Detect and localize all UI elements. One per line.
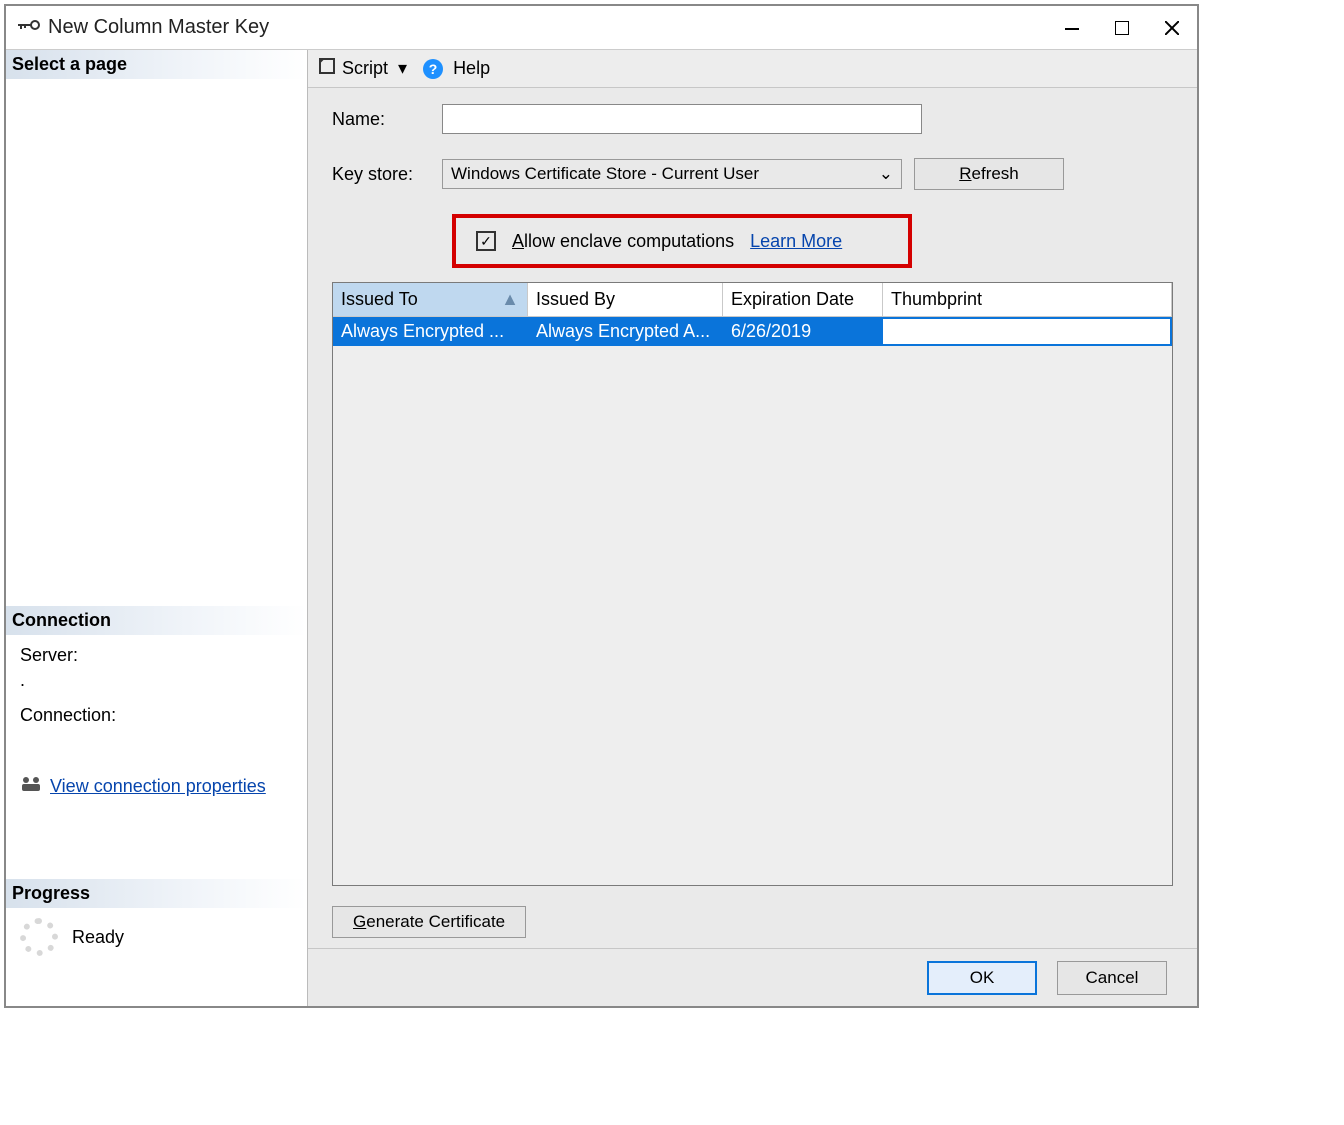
connection-label: Connection: bbox=[20, 705, 293, 726]
refresh-button[interactable]: Refresh bbox=[914, 158, 1064, 190]
close-button[interactable] bbox=[1147, 8, 1197, 48]
server-label: Server: bbox=[20, 645, 293, 666]
script-dropdown[interactable]: Script ▾ bbox=[342, 58, 407, 79]
name-label: Name: bbox=[332, 109, 442, 130]
grid-header: Issued To ▲ Issued By Expiration Date Th… bbox=[333, 283, 1172, 317]
dialog-footer: OK Cancel bbox=[308, 948, 1197, 1006]
connection-props-icon bbox=[20, 774, 42, 799]
titlebar: New Column Master Key bbox=[6, 6, 1197, 50]
server-value: . bbox=[20, 670, 293, 691]
certificate-grid[interactable]: Issued To ▲ Issued By Expiration Date Th… bbox=[332, 282, 1173, 886]
progress-spinner-icon bbox=[20, 918, 58, 956]
grid-row[interactable]: Always Encrypted ... Always Encrypted A.… bbox=[333, 317, 1172, 346]
key-icon bbox=[18, 18, 40, 37]
chevron-down-icon: ⌄ bbox=[879, 164, 893, 184]
sidebar: Select a page Connection Server: . Conne… bbox=[6, 50, 308, 1006]
progress-status: Ready bbox=[72, 927, 124, 948]
cell-thumbprint bbox=[883, 317, 1172, 346]
enclave-highlight: ✓ Allow enclave computations Learn More bbox=[452, 214, 912, 268]
cell-issued-by: Always Encrypted A... bbox=[528, 317, 723, 346]
keystore-label: Key store: bbox=[332, 164, 442, 185]
learn-more-link[interactable]: Learn More bbox=[750, 231, 842, 252]
dialog-window: New Column Master Key Select a page Conn… bbox=[4, 4, 1199, 1008]
help-icon: ? bbox=[423, 59, 443, 79]
window-title: New Column Master Key bbox=[48, 16, 269, 39]
column-issued-by[interactable]: Issued By bbox=[528, 283, 723, 317]
script-icon bbox=[318, 57, 336, 80]
connection-header: Connection bbox=[6, 606, 307, 635]
keystore-select[interactable]: Windows Certificate Store - Current User… bbox=[442, 159, 902, 189]
enclave-checkbox[interactable]: ✓ bbox=[476, 231, 496, 251]
view-connection-properties-link[interactable]: View connection properties bbox=[50, 776, 266, 797]
help-link[interactable]: Help bbox=[453, 58, 490, 79]
enclave-label: Allow enclave computations bbox=[512, 231, 734, 252]
ok-button[interactable]: OK bbox=[927, 961, 1037, 995]
column-expiration[interactable]: Expiration Date bbox=[723, 283, 883, 317]
maximize-button[interactable] bbox=[1097, 8, 1147, 48]
column-thumbprint[interactable]: Thumbprint bbox=[883, 283, 1172, 317]
column-issued-to[interactable]: Issued To ▲ bbox=[333, 283, 528, 317]
grid-body-empty bbox=[333, 346, 1172, 885]
select-page-header: Select a page bbox=[6, 50, 307, 79]
progress-header: Progress bbox=[6, 879, 307, 908]
generate-certificate-button[interactable]: Generate Certificate bbox=[332, 906, 526, 938]
minimize-button[interactable] bbox=[1047, 8, 1097, 48]
sort-asc-icon: ▲ bbox=[501, 289, 519, 310]
cell-expiration: 6/26/2019 bbox=[723, 317, 883, 346]
toolbar: Script ▾ ? Help bbox=[308, 50, 1197, 88]
cancel-button[interactable]: Cancel bbox=[1057, 961, 1167, 995]
cell-issued-to: Always Encrypted ... bbox=[333, 317, 528, 346]
main-panel: Script ▾ ? Help Name: Key store: Windows… bbox=[308, 50, 1197, 1006]
name-input[interactable] bbox=[442, 104, 922, 134]
keystore-value: Windows Certificate Store - Current User bbox=[451, 164, 759, 184]
